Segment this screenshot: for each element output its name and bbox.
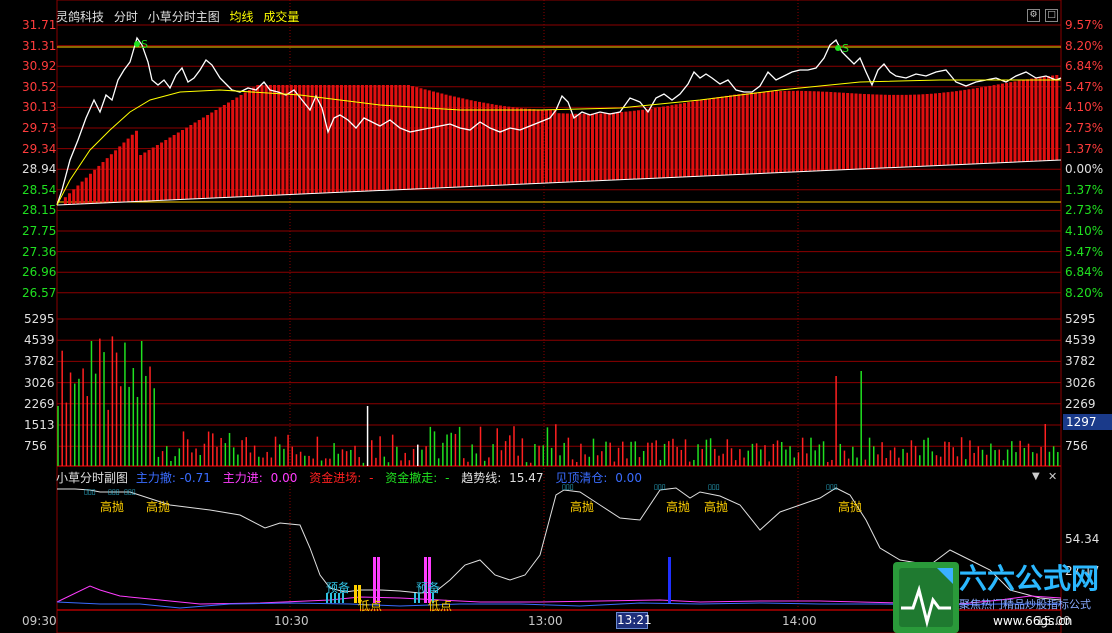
fund-exit-label: 资金撤走: - [385,471,450,485]
fund-bar [354,585,357,603]
pct-axis-label: 6.84% [1065,265,1104,280]
volume-axis-label: 3782 [24,354,55,369]
pct-axis-label: 1.37% [1065,182,1104,197]
signal-annotation: 高抛 [570,499,594,514]
main-enter-bar [377,557,380,603]
signal-annotation: 高抛 [838,499,862,514]
signal-annotation: 高抛 [146,499,170,514]
cursor-time-box: 13:21 [616,612,652,629]
signal-annotation: 预备 [416,581,440,595]
indicator-label[interactable]: 小草分时主图 [148,10,220,24]
volume-axis-label: 5295 [24,312,55,326]
volume-axis-label: 2269 [24,396,55,411]
price-axis-label: 29.34 [22,141,57,156]
price-axis-label: 27.75 [22,224,57,238]
volume-axis-label-right: 3782 [1065,354,1096,369]
fund-enter-label: 资金进场: - [309,471,374,485]
sub-axis-label: 54.34 [1065,532,1100,546]
sub-panel-header: 小草分时副图 主力撤: -0.71 主力进: 0.00 资金进场: - 资金撤走:… [56,469,650,486]
time-axis-label: 09:30 [22,614,57,628]
volume-axis-label-right: 756 [1065,439,1088,454]
volume-axis-label-right: 3026 [1065,375,1096,390]
mode-label[interactable]: 分时 [114,10,138,24]
price-axis-label: 30.92 [22,59,57,74]
price-axis-label: 30.52 [22,79,57,94]
pct-axis-label: 4.10% [1065,100,1104,115]
signal-annotation: 低点 [358,599,382,613]
withdraw-bar [668,557,671,603]
pct-axis-label: 8.20% [1065,38,1104,53]
current-volume-box: 1297 [1063,414,1112,430]
price-axis-label: 27.36 [22,244,57,259]
collapse-icon[interactable]: ▼ [1032,470,1040,484]
chart-window: S S ▯▯▯ ▯▯▯ ▯▯▯ ▯▯▯ ▯▯▯ ▯▯▯ ▯▯▯ 高抛 高抛 高抛 高抛 高抛 高抛 预备 预备低… [0,0,1112,633]
brand-url: www.66gs.cn [993,614,1073,628]
volume-axis-label-right: 5295 [1065,312,1096,326]
time-axis-label: 13:00 [528,614,563,628]
top-marker: ▯▯▯ [654,483,666,491]
pct-axis-label: 6.84% [1065,59,1104,74]
pct-axis-label: 5.47% [1065,244,1104,259]
volume-label: 成交量 [263,10,300,24]
pct-axis-label: 5.47% [1065,79,1104,94]
price-axis-label: 26.57 [22,285,57,300]
pct-axis-label: 1.37% [1065,141,1104,156]
time-axis-label: 10:30 [274,614,309,628]
top-marker: ▯▯▯ [108,488,120,496]
pct-axis-label: 9.57% [1065,18,1104,32]
signal-annotation: 高抛 [666,499,690,514]
sell-signal-dot [835,45,841,51]
price-axis-label: 26.96 [22,265,57,280]
price-axis-label: 30.13 [22,100,57,115]
price-axis-label: 28.15 [22,203,57,218]
signal-annotation: 高抛 [704,499,728,514]
sell-signal-label: S [141,38,148,51]
volume-axis-label-right: 4539 [1065,333,1096,348]
volume-axis-label: 756 [24,439,47,454]
pct-axis-label: 2.73% [1065,121,1104,135]
close-icon[interactable]: ✕ [1048,470,1057,484]
price-axis-label: 29.73 [22,121,57,135]
price-axis-label: 31.31 [22,38,57,53]
brand-slogan: 聚焦热门精品炒股指标公式 [959,598,1091,611]
main-withdraw-label: 主力撤: -0.71 [135,471,211,485]
signal-annotation: 高抛 [100,499,124,514]
main-header: 灵鸽科技 分时 小草分时主图 均线 成交量 [56,8,305,25]
pct-axis-label: 4.10% [1065,224,1104,238]
stock-name: 灵鸽科技 [56,10,105,24]
volume-axis-label: 1513 [24,418,55,432]
chart-canvas[interactable]: S S▯▯▯ ▯▯▯ ▯▯▯▯▯▯ ▯▯▯ ▯▯▯ ▯▯▯高抛 高抛 高抛 高抛 高抛 高抛预备 预备低… [0,0,1112,633]
top-clear-label: 见顶清仓: 0.00 [555,471,642,485]
time-axis-label: 14:00 [782,614,817,628]
volume-axis-label: 3026 [24,375,55,390]
brand-name: 六六公式网 [959,562,1100,595]
signal-annotation: 预备 [326,581,350,595]
brand-logo: 六六公式网 聚焦热门精品炒股指标公式 www.66gs.cn [893,562,1112,633]
main-enter-bar [424,557,427,603]
sub-panel-title[interactable]: 小草分时副图 [56,471,128,485]
trend-line-label: 趋势线: 15.47 [461,471,544,485]
maximize-icon[interactable]: □ [1045,9,1058,22]
top-marker: ▯▯▯ [826,483,838,491]
volume-axis-label-right: 2269 [1065,396,1096,411]
pct-axis-label: 8.20% [1065,285,1104,300]
main-enter-label: 主力进: 0.00 [222,471,298,485]
main-enter-bar [373,557,376,603]
settings-icon[interactable]: ⚙ [1027,9,1040,22]
top-marker: ▯▯▯ [708,483,720,491]
pct-axis-label: 2.73% [1065,203,1104,218]
price-axis-label: 28.54 [22,182,57,197]
volume-axis-label: 4539 [24,333,55,348]
price-axis-label: 31.71 [22,18,57,32]
sell-signal-label: S [842,42,849,55]
pct-axis-label: 0.00% [1065,162,1104,177]
signal-annotation: 低点 [428,599,452,613]
price-axis-label: 28.94 [22,162,57,177]
top-marker: ▯▯▯ [84,488,96,496]
top-marker: ▯▯▯ [124,488,136,496]
avg-line-label: 均线 [229,10,254,24]
sell-signal-dot [134,41,140,47]
main-enter-bar [428,557,431,603]
